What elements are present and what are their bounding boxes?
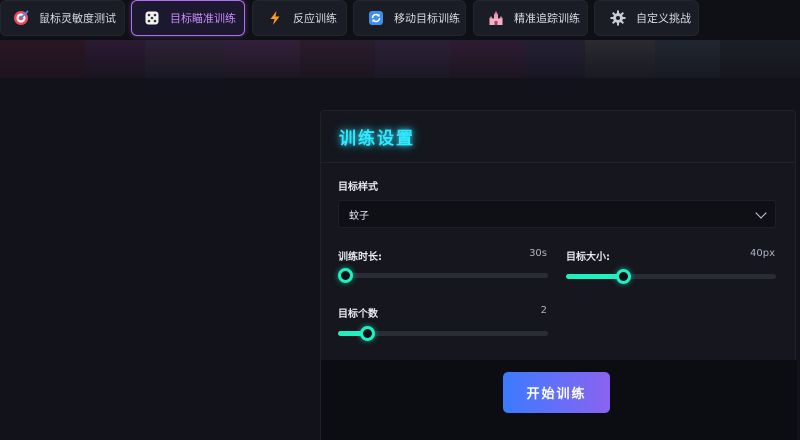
count-slider-thumb[interactable] (360, 326, 376, 341)
tab-moving-target[interactable]: 移动目标训练 (353, 0, 466, 36)
tab-label: 精准追踪训练 (514, 12, 580, 25)
tab-label: 反应训练 (293, 12, 337, 25)
target-style-value: 蚊子 (349, 210, 369, 222)
tab-precision-tracking[interactable]: 精准追踪训练 (473, 0, 588, 36)
tab-label: 自定义挑战 (636, 12, 691, 25)
tab-target-aiming[interactable]: 目标瞄准训练 (131, 0, 245, 36)
duration-slider[interactable] (338, 268, 548, 283)
refresh-icon (368, 10, 384, 26)
tab-label: 移动目标训练 (394, 12, 460, 25)
chevron-down-icon (755, 207, 767, 219)
castle-icon (488, 10, 504, 26)
duration-label: 训练时长: (338, 252, 382, 263)
size-label: 目标大小: (566, 252, 610, 263)
duration-value: 30s (529, 248, 547, 259)
tab-custom-challenge[interactable]: 自定义挑战 (594, 0, 699, 36)
target-style-select[interactable]: 蚊子 (338, 200, 776, 228)
lightning-icon (267, 10, 283, 26)
size-value: 40px (750, 248, 775, 259)
duration-slider-thumb[interactable] (338, 268, 353, 283)
tab-label: 目标瞄准训练 (170, 12, 236, 25)
header-glitch-strip (0, 40, 800, 78)
training-settings-panel: 训练设置 目标样式 蚊子 训练时长: 30s 目标大小: 40px 目标个数 2… (320, 110, 797, 440)
gear-icon (610, 10, 626, 26)
panel-footer: 开始训练 (321, 360, 797, 440)
tab-mouse-sensitivity[interactable]: 鼠标灵敏度测试 (0, 0, 125, 36)
tab-label: 鼠标灵敏度测试 (39, 12, 116, 25)
panel-title: 训练设置 (339, 129, 415, 149)
tab-reaction[interactable]: 反应训练 (252, 0, 347, 36)
count-value: 2 (540, 305, 547, 316)
size-slider-fill (566, 274, 623, 279)
target-dart-icon (13, 10, 29, 26)
panel-header: 训练设置 (321, 111, 795, 163)
target-style-label: 目标样式 (338, 182, 378, 193)
size-slider-thumb[interactable] (615, 269, 631, 284)
mode-tab-bar: 鼠标灵敏度测试 目标瞄准训练 反应训练 移动目标训练 精准追踪训练 自定义挑战 (0, 0, 800, 40)
count-label: 目标个数 (338, 309, 378, 320)
size-slider[interactable] (566, 269, 776, 284)
start-training-button[interactable]: 开始训练 (503, 372, 610, 413)
count-slider[interactable] (338, 326, 548, 341)
dice-icon (144, 10, 160, 26)
